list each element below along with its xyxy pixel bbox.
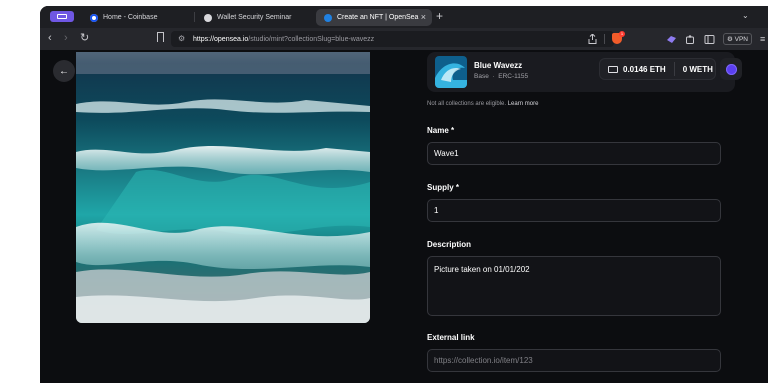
description-textarea[interactable]: Picture taken on 01/01/202 [427, 256, 721, 316]
name-label: Name * [427, 126, 455, 135]
wave-thumbnail-image [435, 56, 467, 88]
sidebar-panel-icon[interactable] [704, 34, 715, 45]
coinbase-icon [90, 13, 98, 22]
back-nav-button[interactable]: ‹ [48, 32, 52, 44]
wallet-balance[interactable]: 0.0146 ETH 0 WETH [599, 58, 716, 80]
collection-chain: Base [474, 73, 489, 80]
close-tab-icon[interactable]: × [421, 12, 426, 22]
globe-icon [204, 13, 212, 22]
external-link-input[interactable] [427, 349, 721, 372]
tab-wallet-security[interactable]: Wallet Security Seminar [196, 9, 310, 26]
extensions-icon[interactable] [685, 34, 696, 45]
address-bar[interactable]: ⚙ https://opensea.io/studio/mint?collect… [171, 31, 614, 47]
supply-label: Supply * [427, 183, 460, 192]
eligibility-note: Not all collections are eligible. Learn … [427, 101, 538, 107]
tab-title: Create an NFT | OpenSea [337, 14, 419, 21]
sidebar-toggle-icon[interactable] [50, 11, 74, 22]
tab-divider [194, 12, 195, 22]
toolbar-icons: ⚙ VPN ≡ [666, 33, 765, 45]
arrow-left-icon: ← [59, 65, 69, 77]
chevron-down-icon[interactable]: ⌄ [742, 11, 749, 20]
new-tab-button[interactable]: + [436, 9, 443, 23]
tab-title: Wallet Security Seminar [217, 14, 292, 21]
tab-title: Home - Coinbase [103, 14, 158, 21]
reload-button[interactable]: ↻ [80, 32, 89, 44]
site-settings-icon[interactable]: ⚙ [178, 34, 185, 43]
url-path: /studio/mint?collectionSlug=blue-wavezz [248, 35, 375, 43]
vpn-button[interactable]: ⚙ VPN [723, 33, 753, 45]
back-button[interactable]: ← [53, 60, 75, 82]
weth-balance: 0 WETH [682, 64, 713, 74]
supply-input[interactable] [427, 199, 721, 222]
browser-toolbar: ‹ › ↻ ⚙ https://opensea.io/studio/mint?c… [40, 28, 768, 50]
address-bar-icons: 1 [588, 31, 625, 44]
avatar [725, 63, 737, 75]
divider [604, 33, 605, 44]
leo-ai-icon[interactable] [666, 34, 677, 45]
share-icon[interactable] [588, 33, 597, 44]
collection-standard: ERC-1155 [498, 73, 529, 80]
forward-nav-button[interactable]: › [64, 32, 68, 44]
bookmark-icon[interactable] [157, 32, 164, 42]
menu-icon[interactable]: ≡ [760, 34, 765, 44]
nft-image-preview[interactable] [76, 52, 370, 323]
opensea-icon [324, 13, 332, 22]
tab-coinbase[interactable]: Home - Coinbase [82, 9, 190, 26]
learn-more-link[interactable]: Learn more [508, 101, 539, 107]
brave-shields-icon[interactable]: 1 [612, 31, 625, 44]
tab-opensea[interactable]: Create an NFT | OpenSea × [316, 9, 432, 26]
vpn-label: VPN [734, 36, 749, 43]
collection-thumbnail [435, 56, 467, 88]
browser-window: Home - Coinbase Wallet Security Seminar … [40, 6, 768, 383]
external-link-label: External link [427, 333, 475, 342]
url-domain: https://opensea.io [193, 35, 249, 43]
description-label: Description [427, 240, 472, 249]
tab-strip: Home - Coinbase Wallet Security Seminar … [40, 6, 768, 28]
meta-separator: · [492, 73, 495, 80]
eth-balance: 0.0146 ETH [623, 64, 666, 74]
wallet-icon [608, 65, 618, 73]
shields-count-badge: 1 [619, 31, 625, 37]
ocean-wave-image [76, 52, 370, 323]
divider [673, 62, 675, 76]
profile-button[interactable] [720, 58, 742, 80]
collection-name: Blue Wavezz [474, 61, 523, 70]
name-input[interactable] [427, 142, 721, 165]
collection-meta: Base · ERC-1155 [474, 73, 528, 80]
eligibility-text: Not all collections are eligible. [427, 101, 507, 107]
page-content: ← Blue Wavezz Base · ERC-1155 0.0146 ETH… [40, 50, 768, 383]
